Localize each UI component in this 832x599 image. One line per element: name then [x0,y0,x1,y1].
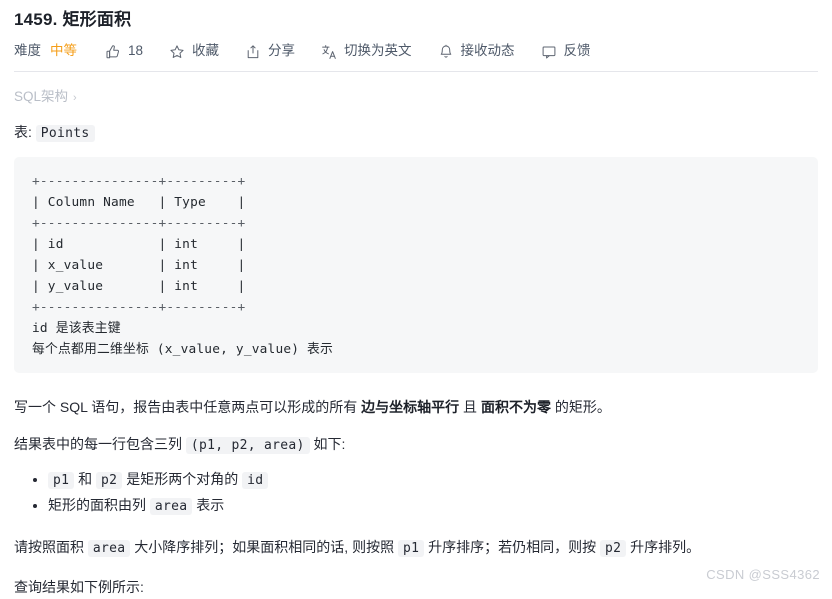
statement-bold-1: 边与坐标轴平行 [361,399,460,415]
bullet-1-chip-p2: p2 [96,472,123,489]
statement-bold-2: 面积不为零 [480,399,551,415]
result-columns-text-2: 如下: [309,436,346,452]
code-line-4: | x_value | int | [32,258,246,273]
list-item: 矩形的面积由列 area 表示 [48,493,832,519]
like-button[interactable]: 18 [105,42,143,60]
result-columns-text-1: 结果表中的每一行包含三列 [14,436,186,452]
share-label: 分享 [268,43,296,58]
difficulty-value: 中等 [50,43,77,58]
ordering-chip-p1: p1 [397,540,425,557]
code-note-line-2: 每个点都用二维坐标 (x_value, y_value) 表示 [32,342,334,357]
ordering-text-3: 升序排序；若仍相同，则按 [424,539,601,555]
ordering-text-2: 大小降序排列；如果面积相同的话, 则按照 [130,539,398,555]
share-box-icon [245,44,261,60]
ordering-text-4: 升序排列。 [626,539,701,555]
statement-text-3: 的矩形。 [550,399,611,415]
ordering-chip-p2: p2 [600,540,627,557]
table-name-chip: Points [35,125,95,142]
comment-icon [541,44,557,60]
bullet-2-text-2: 表示 [192,497,225,513]
subscribe-label: 接收动态 [460,43,515,58]
code-line-6: +---------------+---------+ [32,300,246,315]
bullet-2-text-1: 矩形的面积由列 [48,497,150,513]
code-line-0: +---------------+---------+ [32,174,246,189]
difficulty-label: 难度 [14,43,41,58]
feedback-label: 反馈 [563,43,591,58]
code-line-2: +---------------+---------+ [32,216,246,231]
code-line-3: | id | int | [32,237,246,252]
problem-page: 1459. 矩形面积 难度 中等 18 收藏 分享 切换为英文 接收动态 反馈 … [0,0,832,595]
difficulty-indicator: 难度 中等 [14,42,77,60]
list-item: p1 和 p2 是矩形两个对角的 id [48,467,832,493]
ordering-chip-area: area [87,540,131,557]
favorite-button[interactable]: 收藏 [169,42,219,60]
result-columns-paragraph: 结果表中的每一行包含三列 (p1, p2, area) 如下: [0,419,832,458]
bullet-2-chip-area: area [149,498,193,515]
translate-icon [321,44,337,60]
ordering-paragraph: 请按照面积 area 大小降序排列；如果面积相同的话, 则按照 p1 升序排序；… [0,519,832,561]
problem-statement-paragraph: 写一个 SQL 语句，报告由表中任意两点可以形成的所有 边与坐标轴平行 且 面积… [0,373,832,419]
subscribe-button[interactable]: 接收动态 [438,42,515,60]
translate-label: 切换为英文 [344,43,412,58]
result-columns-list: p1 和 p2 是矩形两个对角的 id 矩形的面积由列 area 表示 [0,467,832,519]
ordering-text-1: 请按照面积 [14,539,88,555]
table-caption-prefix: 表: [14,124,32,140]
bullet-1-text-1: 和 [74,471,97,487]
bell-icon [438,44,454,60]
favorite-label: 收藏 [192,43,220,58]
chevron-right-icon: › [73,92,77,104]
result-columns-chip: (p1, p2, area) [185,437,310,454]
code-line-5: | y_value | int | [32,279,246,294]
star-icon [169,44,185,60]
statement-text-1: 写一个 SQL 语句，报告由表中任意两点可以形成的所有 [14,399,362,415]
code-line-1: | Column Name | Type | [32,195,246,210]
like-count: 18 [128,43,144,58]
schema-code-block: +---------------+---------+ | Column Nam… [14,157,818,373]
watermark: CSDN @SSS4362 [706,567,820,582]
table-caption: 表: Points [0,108,832,145]
schema-code-content: +---------------+---------+ | Column Nam… [14,171,818,360]
breadcrumb[interactable]: SQL架构 › [0,72,832,108]
page-title: 1459. 矩形面积 [14,10,132,29]
bullet-1-text-2: 是矩形两个对角的 [122,471,243,487]
feedback-button[interactable]: 反馈 [541,42,591,60]
problem-toolbar: 难度 中等 18 收藏 分享 切换为英文 接收动态 反馈 [0,32,832,60]
translate-button[interactable]: 切换为英文 [321,42,412,60]
share-button[interactable]: 分享 [245,42,295,60]
statement-text-2: 且 [459,399,481,415]
bullet-1-chip-id: id [242,472,269,489]
bullet-1-chip-p1: p1 [48,472,75,489]
thumbs-up-icon [105,44,121,60]
code-note-line-1: id 是该表主键 [32,321,121,336]
breadcrumb-label[interactable]: SQL架构 [14,89,68,104]
